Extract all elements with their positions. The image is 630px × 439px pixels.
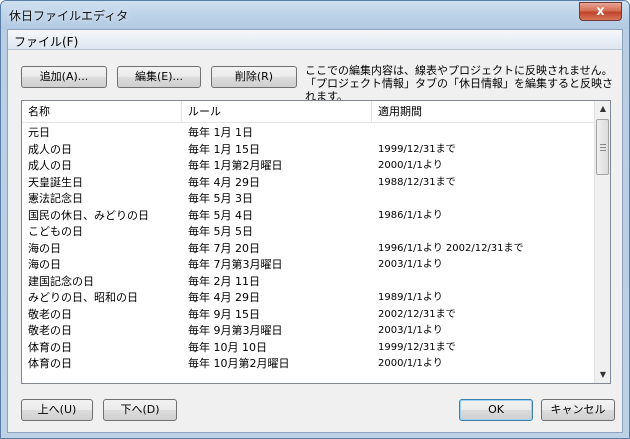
cell-period: 1986/1/1より bbox=[378, 209, 443, 221]
table-row[interactable]: 元日 毎年 1月 1日 bbox=[22, 125, 596, 142]
info-line-1: ここでの編集内容は、線表やプロジェクトに反映されません。 bbox=[305, 64, 613, 77]
table-row[interactable]: 国民の休日、みどりの日 毎年 5月 4日 1986/1/1より bbox=[22, 208, 596, 225]
cell-period: 1988/12/31まで bbox=[378, 176, 456, 188]
cell-rule: 毎年 2月 11日 bbox=[188, 274, 260, 288]
cell-name: 海の日 bbox=[28, 241, 61, 255]
table-row[interactable]: 成人の日 毎年 1月 15日 1999/12/31まで bbox=[22, 142, 596, 159]
grip-line bbox=[600, 144, 606, 145]
cell-rule: 毎年 1月 15日 bbox=[188, 142, 260, 156]
cell-name: 成人の日 bbox=[28, 159, 72, 172]
client-area: ファイル(F) 追加(A)... 編集(E)... 削除(R) ここでの編集内容… bbox=[7, 29, 623, 433]
ok-button[interactable]: OK bbox=[459, 399, 533, 421]
column-header-name[interactable]: 名称 bbox=[22, 101, 182, 123]
edit-button[interactable]: 編集(E)... bbox=[117, 66, 201, 88]
scroll-down-icon[interactable]: ▼ bbox=[595, 367, 610, 383]
cell-name: 体育の日 bbox=[28, 340, 72, 354]
cell-rule: 毎年 4月 29日 bbox=[188, 291, 260, 304]
close-button[interactable]: x bbox=[579, 2, 622, 21]
column-header-period[interactable]: 適用期間 bbox=[372, 101, 596, 123]
cell-name: 成人の日 bbox=[28, 142, 72, 156]
cell-name: 海の日 bbox=[28, 258, 61, 271]
cell-name: 敬老の日 bbox=[28, 324, 72, 337]
cell-period: 2002/12/31まで bbox=[378, 308, 456, 320]
window-title: 休日ファイルエディタ bbox=[9, 9, 129, 23]
table-row[interactable]: 敬老の日 毎年 9月第3月曜日 2003/1/1より bbox=[22, 323, 596, 340]
close-icon: x bbox=[596, 4, 605, 19]
cell-rule: 毎年 4月 29日 bbox=[188, 175, 260, 189]
grip-line bbox=[600, 150, 606, 151]
table-row[interactable]: 体育の日 毎年 10月 10日 1999/12/31まで bbox=[22, 340, 596, 357]
holiday-editor-window: 休日ファイルエディタ x ファイル(F) 追加(A)... 編集(E)... 削… bbox=[0, 0, 630, 439]
cell-rule: 毎年 1月第2月曜日 bbox=[188, 159, 283, 172]
table-row[interactable]: 建国記念の日 毎年 2月 11日 bbox=[22, 274, 596, 291]
cell-rule: 毎年 10月第2月曜日 bbox=[188, 357, 290, 370]
cell-rule: 毎年 7月 20日 bbox=[188, 241, 260, 255]
cell-period: 2000/1/1より bbox=[378, 358, 443, 369]
table-row[interactable]: 天皇誕生日 毎年 4月 29日 1988/12/31まで bbox=[22, 175, 596, 192]
table-row[interactable]: 敬老の日 毎年 9月 15日 2002/12/31まで bbox=[22, 307, 596, 324]
cell-rule: 毎年 7月第3月曜日 bbox=[188, 258, 283, 271]
cell-rule: 毎年 5月 5日 bbox=[188, 225, 253, 238]
cell-period: 1989/1/1より bbox=[378, 292, 443, 303]
cell-name: 天皇誕生日 bbox=[28, 175, 83, 189]
holiday-list[interactable]: 名称 ルール 適用期間 元日 毎年 1月 1日 成人の日 毎年 1月 15日 1999… bbox=[21, 100, 611, 384]
cell-name: 元日 bbox=[28, 126, 50, 139]
cell-rule: 毎年 1月 1日 bbox=[188, 126, 253, 139]
cell-name: こどもの日 bbox=[28, 225, 83, 238]
table-row[interactable]: こどもの日 毎年 5月 5日 bbox=[22, 224, 596, 241]
cell-period: 1999/12/31まで bbox=[378, 143, 456, 155]
vertical-scrollbar[interactable]: ▲ ▼ bbox=[594, 101, 610, 383]
table-row[interactable]: 海の日 毎年 7月第3月曜日 2003/1/1より bbox=[22, 257, 596, 274]
cell-rule: 毎年 5月 4日 bbox=[188, 208, 253, 222]
grip-line bbox=[600, 147, 606, 148]
cell-name: みどりの日、昭和の日 bbox=[28, 291, 138, 304]
menu-file[interactable]: ファイル(F) bbox=[14, 33, 78, 50]
cell-rule: 毎年 10月 10日 bbox=[188, 340, 267, 354]
cell-name: 国民の休日、みどりの日 bbox=[28, 208, 149, 222]
scroll-up-icon[interactable]: ▲ bbox=[595, 101, 610, 117]
cell-name: 敬老の日 bbox=[28, 307, 72, 321]
table-row[interactable]: 海の日 毎年 7月 20日 1996/1/1より 2002/12/31まで bbox=[22, 241, 596, 258]
cell-period: 1996/1/1より 2002/12/31まで bbox=[378, 242, 524, 254]
add-button[interactable]: 追加(A)... bbox=[21, 66, 107, 88]
cell-rule: 毎年 9月 15日 bbox=[188, 307, 260, 321]
cell-period: 2003/1/1より bbox=[378, 325, 443, 336]
info-text: ここでの編集内容は、線表やプロジェクトに反映されません。 「プロジェクト情報」タ… bbox=[305, 64, 617, 103]
cell-period: 2000/1/1より bbox=[378, 160, 443, 171]
cell-rule: 毎年 5月 3日 bbox=[188, 192, 253, 205]
move-down-button[interactable]: 下へ(D) bbox=[103, 399, 177, 421]
table-row[interactable]: 体育の日 毎年 10月第2月曜日 2000/1/1より bbox=[22, 356, 596, 373]
menu-bar: ファイル(F) bbox=[8, 30, 622, 50]
table-row[interactable]: 成人の日 毎年 1月第2月曜日 2000/1/1より bbox=[22, 158, 596, 175]
list-header: 名称 ルール 適用期間 bbox=[22, 101, 596, 123]
title-bar[interactable]: 休日ファイルエディタ x bbox=[1, 1, 629, 29]
cell-name: 憲法記念日 bbox=[28, 192, 83, 205]
scroll-thumb[interactable] bbox=[596, 119, 609, 175]
cell-rule: 毎年 9月第3月曜日 bbox=[188, 324, 283, 337]
cell-name: 体育の日 bbox=[28, 357, 72, 370]
list-rows: 元日 毎年 1月 1日 成人の日 毎年 1月 15日 1999/12/31まで 成人の… bbox=[22, 125, 596, 373]
cancel-button[interactable]: キャンセル bbox=[541, 399, 615, 421]
cell-period: 2003/1/1より bbox=[378, 259, 443, 270]
table-row[interactable]: みどりの日、昭和の日 毎年 4月 29日 1989/1/1より bbox=[22, 290, 596, 307]
column-header-rule[interactable]: ルール bbox=[182, 101, 372, 123]
cell-period: 1999/12/31まで bbox=[378, 341, 456, 353]
move-up-button[interactable]: 上へ(U) bbox=[21, 399, 93, 421]
table-row[interactable]: 憲法記念日 毎年 5月 3日 bbox=[22, 191, 596, 208]
delete-button[interactable]: 削除(R) bbox=[211, 66, 297, 88]
cell-name: 建国記念の日 bbox=[28, 274, 94, 288]
